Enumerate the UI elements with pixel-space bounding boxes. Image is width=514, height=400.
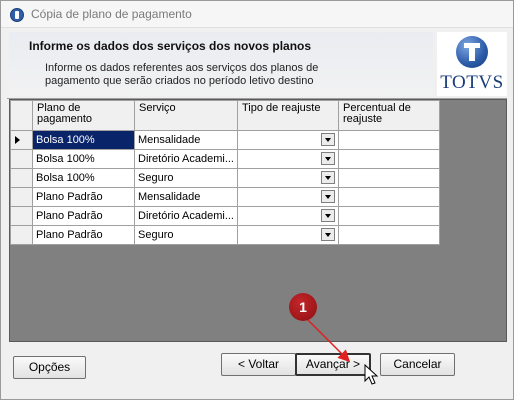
annotation-arrow <box>304 316 351 363</box>
mouse-cursor-icon <box>364 364 379 385</box>
step-callout: 1 <box>289 293 317 321</box>
